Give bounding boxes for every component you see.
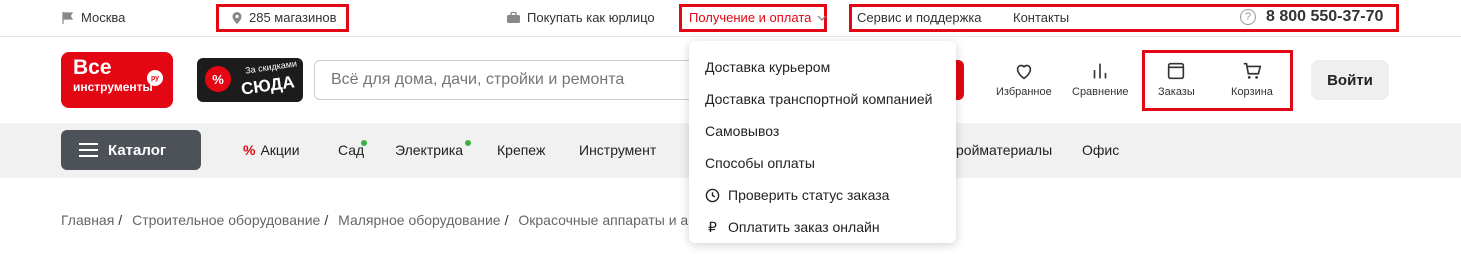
menu-item-label: Оплатить заказ онлайн: [728, 219, 880, 235]
menu-item-label: Доставка курьером: [705, 59, 831, 75]
nav-item-tools[interactable]: Инструмент: [579, 142, 656, 158]
nav-item-materials[interactable]: ройматериалы: [956, 142, 1052, 158]
logo[interactable]: Все инструменты ру: [61, 52, 173, 108]
question-icon: ?: [1240, 9, 1256, 25]
stores-link[interactable]: 285 магазинов: [231, 10, 337, 25]
service-link[interactable]: Сервис и поддержка: [857, 10, 982, 25]
logo-badge: ру: [147, 70, 163, 86]
briefcase-icon: [507, 11, 520, 23]
service-label: Сервис и поддержка: [857, 10, 982, 25]
compare-button[interactable]: Сравнение: [1072, 60, 1129, 98]
phone-number: 8 800 550-37-70: [1266, 8, 1384, 25]
catalog-button[interactable]: Каталог: [61, 130, 201, 170]
breadcrumb-link[interactable]: Окрасочные аппараты и а: [518, 212, 688, 228]
menu-item-pickup[interactable]: Самовывоз: [689, 115, 956, 147]
contacts-link[interactable]: Контакты: [1013, 10, 1069, 25]
percent-icon: %: [243, 142, 256, 158]
ruble-icon: ₽: [708, 218, 717, 235]
promo-banner[interactable]: % За скидками СЮДА: [197, 58, 303, 102]
cart-label: Корзина: [1231, 86, 1273, 98]
login-button[interactable]: Войти: [1311, 60, 1389, 100]
menu-item-payment-methods[interactable]: Способы оплаты: [689, 147, 956, 179]
nav-item-garden[interactable]: Сад: [338, 142, 364, 158]
favorites-label: Избранное: [996, 86, 1052, 98]
favorites-button[interactable]: Избранное: [996, 60, 1052, 98]
city-selector[interactable]: Москва: [61, 10, 125, 25]
nav-item-office[interactable]: Офис: [1082, 142, 1119, 158]
nav-item-label: Электрика: [395, 142, 464, 158]
clock-icon: [705, 188, 720, 202]
cart-button[interactable]: Корзина: [1231, 60, 1273, 98]
new-indicator: [361, 140, 367, 146]
nav-item-electrics[interactable]: Электрика: [395, 142, 463, 158]
promo-line2: СЮДА: [240, 72, 296, 99]
nav-item-label: Акции: [260, 142, 300, 158]
city-label: Москва: [81, 10, 126, 25]
delivery-menu-trigger[interactable]: Получение и оплата: [689, 10, 827, 25]
compare-label: Сравнение: [1072, 86, 1129, 98]
location-pin-icon: [232, 11, 242, 24]
breadcrumb: Главная / Строительное оборудование / Маля…: [61, 212, 689, 228]
delivery-label: Получение и оплата: [689, 10, 812, 25]
menu-item-pay-online[interactable]: ₽ Оплатить заказ онлайн: [689, 211, 956, 243]
menu-item-label: Самовывоз: [705, 123, 780, 139]
breadcrumb-link[interactable]: Строительное оборудование: [132, 212, 320, 228]
business-label: Покупать как юрлицо: [527, 10, 655, 25]
top-bar: Москва 285 магазинов Покупать как юрлицо…: [0, 0, 1461, 37]
flag-icon: [62, 11, 74, 24]
chevron-down-icon: [817, 15, 827, 21]
menu-item-order-status[interactable]: Проверить статус заказа: [689, 179, 956, 211]
cart-icon: [1243, 62, 1262, 79]
nav-item-label: Сад: [338, 142, 365, 158]
stores-label: 285 магазинов: [249, 10, 337, 25]
new-indicator: [465, 140, 471, 146]
phone-block[interactable]: ? 8 800 550-37-70: [1240, 8, 1383, 26]
menu-item-label: Доставка транспортной компанией: [705, 91, 933, 107]
delivery-dropdown: Доставка курьером Доставка транспортной …: [689, 41, 956, 243]
nav-item-label: Инструмент: [579, 142, 657, 158]
percent-icon: %: [205, 66, 231, 92]
compare-icon: [1093, 63, 1107, 79]
heart-icon: [1016, 64, 1032, 80]
nav-item-label: Крепеж: [497, 142, 546, 158]
nav-item-label: Офис: [1082, 142, 1120, 158]
orders-icon: [1168, 62, 1185, 80]
nav-item-fasteners[interactable]: Крепеж: [497, 142, 545, 158]
catalog-label: Каталог: [108, 141, 167, 159]
orders-button[interactable]: Заказы: [1158, 60, 1195, 98]
breadcrumb-link[interactable]: Малярное оборудование: [338, 212, 500, 228]
menu-item-transport[interactable]: Доставка транспортной компанией: [689, 83, 956, 115]
menu-item-courier[interactable]: Доставка курьером: [689, 51, 956, 83]
business-link[interactable]: Покупать как юрлицо: [506, 10, 655, 25]
menu-item-label: Способы оплаты: [705, 155, 815, 171]
contacts-label: Контакты: [1013, 10, 1070, 25]
breadcrumb-link[interactable]: Главная: [61, 212, 114, 228]
menu-item-label: Проверить статус заказа: [728, 187, 890, 203]
nav-item-label: ройматериалы: [956, 142, 1053, 158]
nav-item-sale[interactable]: % Акции: [243, 142, 300, 158]
orders-label: Заказы: [1158, 86, 1195, 98]
menu-icon: [79, 143, 98, 157]
